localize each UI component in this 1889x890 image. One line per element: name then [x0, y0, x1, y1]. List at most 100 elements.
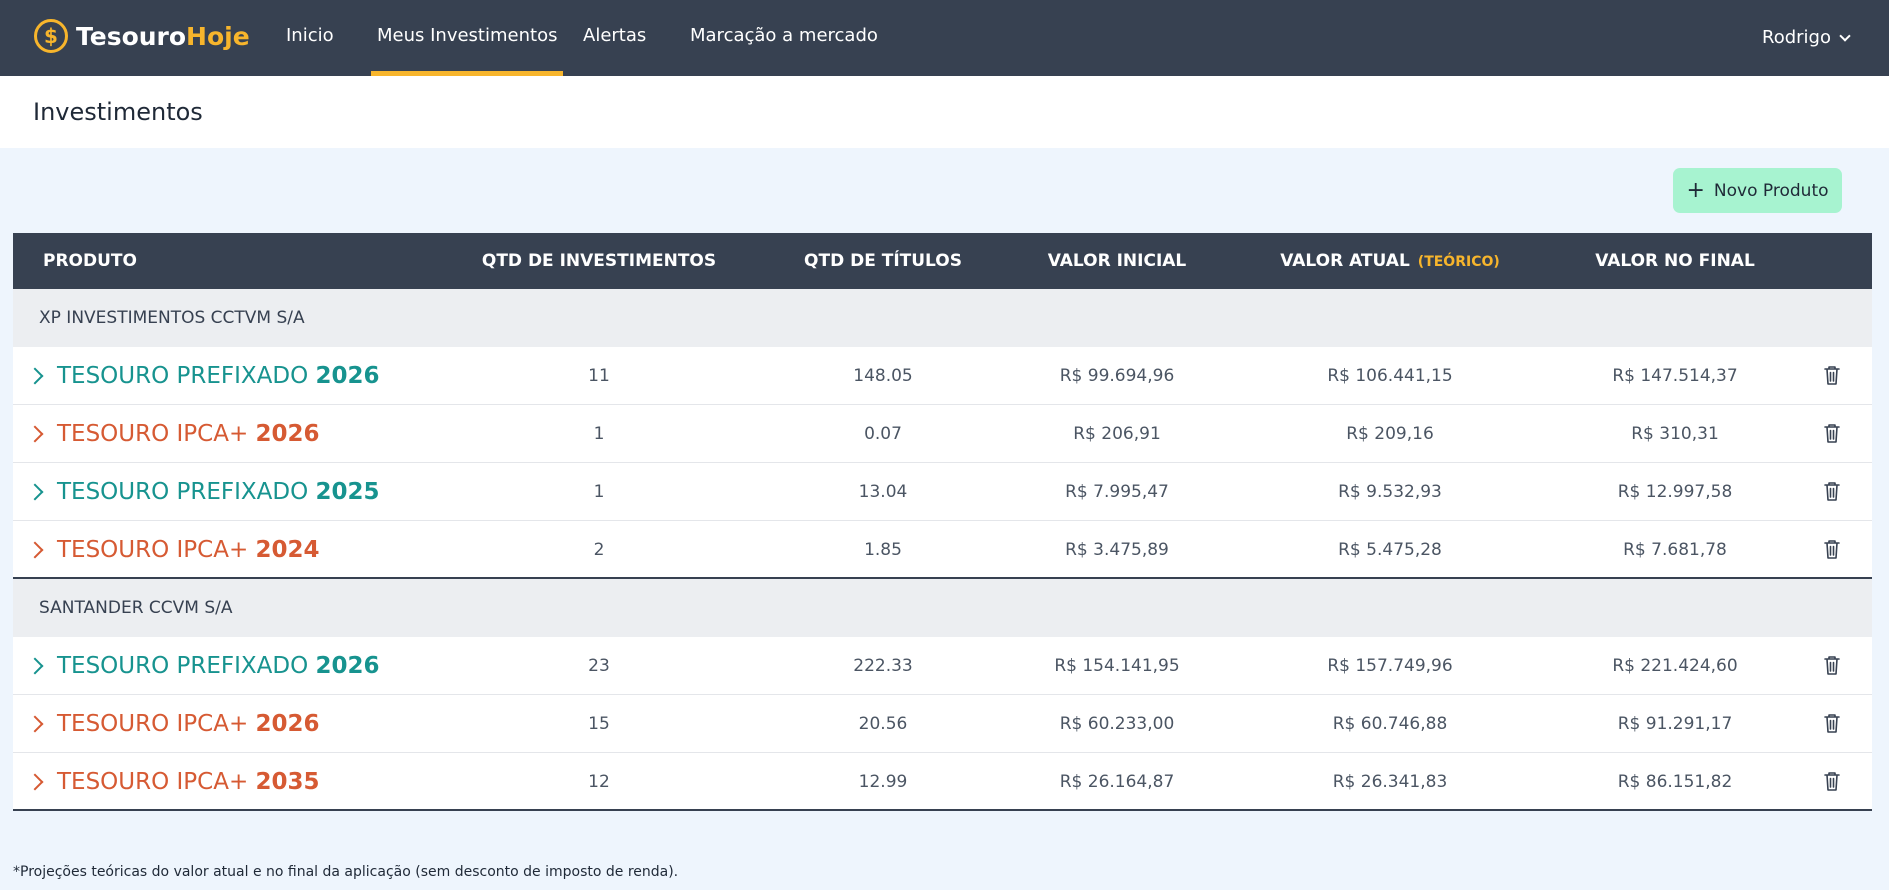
trash-icon[interactable] [1823, 654, 1841, 676]
cell-valor-inicial: R$ 206,91 [1073, 424, 1161, 444]
cell-qtd-titulos: 12.99 [858, 772, 908, 792]
table-row: TESOURO IPCA+ 2035 12 12.99 R$ 26.164,87 R$ … [13, 753, 1872, 811]
cell-qtd-investimentos: 1 [593, 482, 605, 502]
logo-text: TesouroHoje [76, 21, 250, 51]
product-expand-toggle[interactable]: TESOURO PREFIXADO 2026 [26, 347, 380, 405]
cell-valor-inicial: R$ 7.995,47 [1065, 482, 1169, 502]
cell-valor-atual: R$ 157.749,96 [1327, 656, 1453, 676]
cell-qtd-titulos: 13.04 [858, 482, 908, 502]
cell-valor-inicial: R$ 154.141,95 [1054, 656, 1180, 676]
cell-valor-final: R$ 86.151,82 [1617, 772, 1733, 792]
product-expand-toggle[interactable]: TESOURO IPCA+ 2024 [26, 521, 320, 579]
product-name: TESOURO IPCA+ 2026 [57, 711, 320, 737]
broker-group-row: XP INVESTIMENTOS CCTVM S/A [13, 289, 1872, 347]
cell-valor-inicial: R$ 26.164,87 [1059, 772, 1175, 792]
trash-icon[interactable] [1823, 364, 1841, 386]
table-row: TESOURO IPCA+ 2024 2 1.85 R$ 3.475,89 R$ 5.4… [13, 521, 1872, 579]
chevron-right-icon [26, 425, 44, 443]
nav-alertas[interactable]: Alertas [577, 0, 652, 76]
product-name: TESOURO PREFIXADO 2026 [57, 653, 380, 679]
product-expand-toggle[interactable]: TESOURO PREFIXADO 2025 [26, 463, 380, 521]
chevron-right-icon [26, 483, 44, 501]
page-title: Investimentos [33, 98, 203, 126]
table-row: TESOURO IPCA+ 2026 15 20.56 R$ 60.233,00 R$ … [13, 695, 1872, 753]
user-menu[interactable]: Rodrigo [1762, 0, 1851, 76]
cell-qtd-titulos: 148.05 [853, 366, 913, 386]
nav-inicio[interactable]: Inicio [280, 0, 340, 76]
table-row: TESOURO IPCA+ 2026 1 0.07 R$ 206,91 R$ 209,1… [13, 405, 1872, 463]
product-name: TESOURO PREFIXADO 2026 [57, 363, 380, 389]
product-expand-toggle[interactable]: TESOURO IPCA+ 2035 [26, 753, 320, 811]
cell-valor-atual: R$ 60.746,88 [1332, 714, 1448, 734]
broker-name: XP INVESTIMENTOS CCTVM S/A [39, 308, 305, 328]
cell-valor-atual: R$ 26.341,83 [1332, 772, 1448, 792]
top-navbar: $ TesouroHoje Inicio Meus Investimentos … [0, 0, 1889, 76]
cell-qtd-titulos: 222.33 [853, 656, 913, 676]
broker-group-row: SANTANDER CCVM S/A [13, 579, 1872, 637]
table-row: TESOURO PREFIXADO 2026 23 222.33 R$ 154.141… [13, 637, 1872, 695]
trash-icon[interactable] [1823, 538, 1841, 560]
cell-qtd-titulos: 20.56 [858, 714, 908, 734]
cell-qtd-investimentos: 1 [593, 424, 605, 444]
chevron-right-icon [26, 715, 44, 733]
cell-qtd-investimentos: 2 [593, 540, 605, 560]
chevron-right-icon [26, 657, 44, 675]
table-body: XP INVESTIMENTOS CCTVM S/A TESOURO PREFIX… [13, 289, 1872, 811]
product-expand-toggle[interactable]: TESOURO PREFIXADO 2026 [26, 637, 380, 695]
header-valor-atual: VALOR ATUAL (TEÓRICO) [1280, 251, 1500, 271]
cell-qtd-titulos: 1.85 [864, 540, 902, 560]
page-header: Investimentos [0, 76, 1889, 148]
product-name: TESOURO PREFIXADO 2025 [57, 479, 380, 505]
chevron-right-icon [26, 541, 44, 559]
plus-icon: + [1686, 177, 1705, 203]
product-expand-toggle[interactable]: TESOURO IPCA+ 2026 [26, 695, 320, 753]
cell-valor-inicial: R$ 99.694,96 [1059, 366, 1175, 386]
header-valor-final: VALOR NO FINAL [1595, 251, 1755, 271]
cell-valor-inicial: R$ 60.233,00 [1059, 714, 1175, 734]
product-expand-toggle[interactable]: TESOURO IPCA+ 2026 [26, 405, 320, 463]
user-name: Rodrigo [1762, 27, 1831, 48]
header-valor-atual-note: (TEÓRICO) [1417, 254, 1500, 270]
table-header: PRODUTO QTD DE INVESTIMENTOS QTD DE TÍTU… [13, 233, 1872, 289]
cell-qtd-investimentos: 11 [588, 366, 610, 386]
cell-valor-inicial: R$ 3.475,89 [1065, 540, 1169, 560]
trash-icon[interactable] [1823, 422, 1841, 444]
new-product-button[interactable]: + Novo Produto [1673, 168, 1842, 213]
header-qtd-titulos: QTD DE TÍTULOS [804, 251, 962, 271]
header-qtd-investimentos: QTD DE INVESTIMENTOS [481, 251, 717, 271]
chevron-right-icon [26, 367, 44, 385]
cell-valor-final: R$ 310,31 [1631, 424, 1719, 444]
trash-icon[interactable] [1823, 480, 1841, 502]
chevron-down-icon [1839, 30, 1851, 42]
cell-valor-atual: R$ 209,16 [1346, 424, 1434, 444]
broker-name: SANTANDER CCVM S/A [39, 598, 233, 618]
trash-icon[interactable] [1823, 712, 1841, 734]
cell-valor-atual: R$ 5.475,28 [1338, 540, 1442, 560]
trash-icon[interactable] [1823, 770, 1841, 792]
nav-meus-investimentos[interactable]: Meus Investimentos [371, 0, 564, 76]
dollar-coin-icon: $ [34, 19, 68, 53]
new-product-label: Novo Produto [1713, 180, 1829, 201]
cell-valor-final: R$ 221.424,60 [1612, 656, 1738, 676]
app-logo[interactable]: $ TesouroHoje [34, 18, 250, 54]
product-name: TESOURO IPCA+ 2026 [57, 421, 320, 447]
product-name: TESOURO IPCA+ 2024 [57, 537, 320, 563]
footnote: *Projeções teóricas do valor atual e no … [13, 864, 679, 880]
header-produto: PRODUTO [43, 251, 137, 271]
table-row: TESOURO PREFIXADO 2026 11 148.05 R$ 99.694,… [13, 347, 1872, 405]
cell-qtd-titulos: 0.07 [864, 424, 902, 444]
table-row: TESOURO PREFIXADO 2025 1 13.04 R$ 7.995,47 R… [13, 463, 1872, 521]
cell-valor-atual: R$ 9.532,93 [1338, 482, 1442, 502]
product-name: TESOURO IPCA+ 2035 [57, 769, 320, 795]
cell-qtd-investimentos: 15 [588, 714, 610, 734]
nav-marcacao-a-mercado[interactable]: Marcação a mercado [684, 0, 884, 76]
header-valor-inicial: VALOR INICIAL [1047, 251, 1187, 271]
cell-qtd-investimentos: 12 [588, 772, 610, 792]
cell-valor-final: R$ 147.514,37 [1612, 366, 1738, 386]
cell-valor-final: R$ 12.997,58 [1617, 482, 1733, 502]
investments-table: PRODUTO QTD DE INVESTIMENTOS QTD DE TÍTU… [13, 233, 1872, 811]
cell-valor-final: R$ 7.681,78 [1623, 540, 1727, 560]
cell-valor-final: R$ 91.291,17 [1617, 714, 1733, 734]
cell-qtd-investimentos: 23 [588, 656, 610, 676]
chevron-right-icon [26, 773, 44, 791]
